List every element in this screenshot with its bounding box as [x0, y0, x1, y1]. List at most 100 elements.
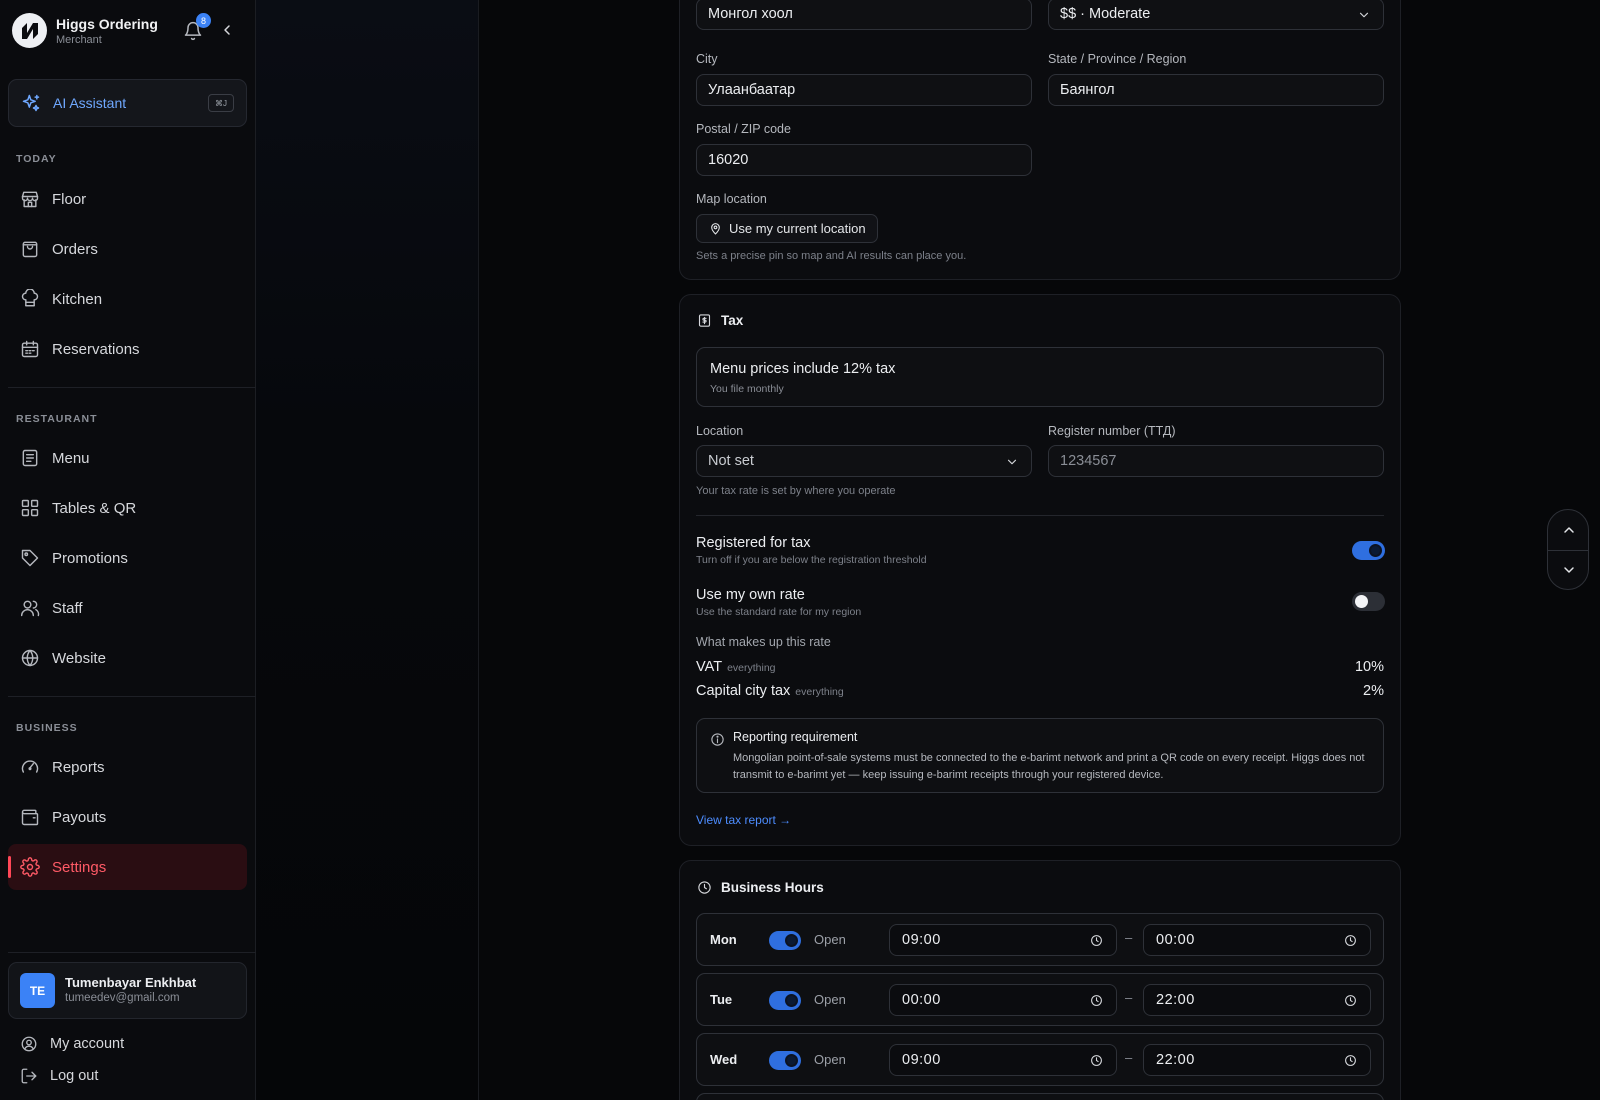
notification-count-badge: 8: [196, 13, 211, 28]
state-input[interactable]: Баянгол: [1048, 74, 1384, 106]
section-label-restaurant: RESTAURANT: [16, 413, 98, 425]
ai-assistant-label: AI Assistant: [53, 95, 127, 111]
registered-for-tax-toggle[interactable]: [1352, 541, 1385, 560]
sparkles-icon: [22, 94, 40, 112]
chevron-left-icon[interactable]: [219, 22, 235, 38]
rate-line-vat: VAT everything: [696, 659, 776, 675]
my-account-link[interactable]: My account: [20, 1035, 124, 1053]
sidebar-item-label: Kitchen: [52, 290, 103, 308]
log-out-link[interactable]: Log out: [20, 1067, 98, 1085]
cuisine-input[interactable]: Монгол хоол: [696, 0, 1032, 30]
sidebar-item-label: Payouts: [52, 808, 107, 826]
city-label: City: [696, 52, 718, 66]
chevron-up-icon[interactable]: [1561, 522, 1577, 538]
clock-icon: [1345, 995, 1356, 1006]
chevron-down-icon: [1007, 459, 1017, 465]
ai-assistant-button[interactable]: AI Assistant ⌘J: [8, 79, 247, 127]
chef-hat-icon: [21, 289, 39, 307]
own-rate-title: Use my own rate: [696, 587, 805, 603]
brand-role: Merchant: [56, 33, 102, 46]
log-out-label: Log out: [50, 1068, 99, 1084]
time-separator: –: [1125, 1050, 1133, 1065]
price-range-select[interactable]: $$ · Moderate: [1048, 0, 1384, 30]
time-separator: –: [1125, 930, 1133, 945]
sidebar: Higgs Ordering Merchant 8 AI Assistant ⌘…: [0, 0, 272, 1100]
tax-location-select[interactable]: Not set: [696, 445, 1032, 477]
use-current-location-label: Use my current location: [729, 221, 866, 236]
hours-row-wed: Wed Open 09:00 – 22:00: [696, 1033, 1384, 1086]
gauge-icon: [21, 760, 39, 773]
globe-icon: [21, 649, 39, 667]
day-open-toggle[interactable]: [769, 991, 801, 1010]
hours-row-mon: Mon Open 09:00 – 00:00: [696, 913, 1384, 966]
user-card[interactable]: TE Tumenbayar Enkhbat tumeedev@gmail.com: [8, 962, 247, 1019]
sidebar-item-label: Settings: [52, 858, 107, 876]
tag-icon: [21, 549, 39, 567]
rate-makeup-label: What makes up this rate: [696, 635, 831, 649]
open-label: Open: [814, 992, 846, 1007]
sidebar-item-floor[interactable]: Floor: [8, 176, 247, 222]
sidebar-item-orders[interactable]: Orders: [8, 226, 247, 272]
brand[interactable]: Higgs Ordering Merchant: [12, 13, 158, 48]
grid-icon: [21, 499, 39, 517]
chevron-down-icon[interactable]: [1561, 562, 1577, 578]
sidebar-item-label: Website: [52, 649, 106, 667]
sidebar-item-staff[interactable]: Staff: [8, 585, 247, 631]
map-pin-icon: [711, 223, 720, 235]
open-time-value: 09:00: [902, 1052, 941, 1068]
business-hours-title-text: Business Hours: [721, 880, 824, 895]
receipt-icon: [698, 314, 711, 327]
sidebar-item-promotions[interactable]: Promotions: [8, 535, 247, 581]
map-hint: Sets a precise pin so map and AI results…: [696, 250, 967, 262]
registered-for-tax-subtitle: Turn off if you are below the registrati…: [696, 554, 927, 566]
day-open-toggle[interactable]: [769, 931, 801, 950]
section-label-business: BUSINESS: [16, 722, 78, 734]
sidebar-item-label: Staff: [52, 599, 83, 617]
open-time-input[interactable]: 09:00: [889, 924, 1117, 956]
open-time-value: 00:00: [902, 992, 941, 1008]
use-current-location-button[interactable]: Use my current location: [696, 214, 878, 243]
clock-icon: [1091, 1055, 1102, 1066]
open-time-value: 09:00: [902, 932, 941, 948]
close-time-value: 22:00: [1156, 1052, 1195, 1068]
bag-icon: [22, 241, 38, 258]
sidebar-item-menu[interactable]: Menu: [8, 435, 247, 481]
clock-icon: [1345, 1055, 1356, 1066]
sidebar-item-website[interactable]: Website: [8, 635, 247, 681]
register-number-input[interactable]: 1234567: [1048, 445, 1384, 477]
tax-summary-banner: Menu prices include 12% tax You file mon…: [696, 347, 1384, 407]
rate-value-vat: 10%: [1354, 659, 1384, 675]
user-name: Tumenbayar Enkhbat: [65, 975, 197, 990]
sidebar-item-label: Reports: [52, 758, 105, 776]
close-time-input[interactable]: 22:00: [1143, 1044, 1371, 1076]
sidebar-item-tables-qr[interactable]: Tables & QR: [8, 485, 247, 531]
open-time-input[interactable]: 00:00: [889, 984, 1117, 1016]
day-label: Mon: [710, 932, 737, 947]
map-location-label: Map location: [696, 192, 767, 206]
rate-scope: everything: [727, 662, 776, 674]
shortcut-hint: ⌘J: [208, 94, 234, 112]
city-input[interactable]: Улаанбаатар: [696, 74, 1032, 106]
sidebar-item-reservations[interactable]: Reservations: [8, 326, 247, 372]
users-icon: [20, 600, 40, 617]
secondary-pane: [256, 0, 479, 1100]
store-icon: [21, 191, 39, 208]
sidebar-item-settings[interactable]: Settings: [8, 844, 247, 890]
day-label: Tue: [710, 992, 733, 1007]
close-time-value: 22:00: [1156, 992, 1195, 1008]
divider: [8, 696, 256, 697]
registered-for-tax-title: Registered for tax: [696, 535, 811, 551]
calendar-icon: [21, 340, 39, 358]
own-rate-toggle[interactable]: [1352, 592, 1385, 611]
tax-card-title: Tax: [697, 313, 743, 328]
state-label: State / Province / Region: [1048, 52, 1187, 66]
open-time-input[interactable]: 09:00: [889, 1044, 1117, 1076]
sidebar-item-kitchen[interactable]: Kitchen: [8, 276, 247, 322]
day-open-toggle[interactable]: [769, 1051, 801, 1070]
sidebar-item-reports[interactable]: Reports: [8, 744, 247, 790]
close-time-input[interactable]: 00:00: [1143, 924, 1371, 956]
view-tax-report-link[interactable]: View tax report →: [696, 813, 791, 827]
sidebar-item-payouts[interactable]: Payouts: [8, 794, 247, 840]
close-time-input[interactable]: 22:00: [1143, 984, 1371, 1016]
postal-input[interactable]: 16020: [696, 144, 1032, 176]
